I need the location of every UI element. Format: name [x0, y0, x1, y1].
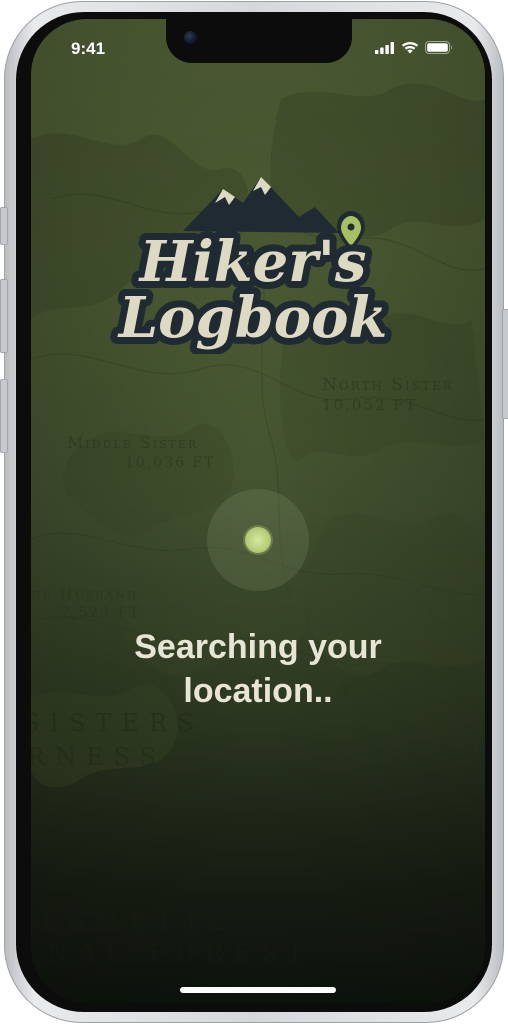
map-label-middle-sister-elev: 10,036 FT — [125, 455, 216, 471]
map-label-husband-elev: 7,529 FT — [61, 605, 141, 621]
map-label-willamette: LAMETTE — [41, 907, 237, 935]
map-label-north-sister-elev: 10,052 FT — [322, 396, 418, 414]
map-label-brok-elev: 9,1 — [455, 741, 484, 757]
map-label-sisters: SISTERS — [31, 709, 204, 737]
notch — [166, 19, 352, 63]
mountain-icon — [183, 177, 339, 233]
logo-line-2-fill: Logbook — [117, 285, 388, 351]
silent-switch — [0, 207, 8, 245]
front-camera-icon — [184, 31, 197, 44]
cellular-signal-icon — [375, 41, 394, 54]
map-label-national-forest: NAL FOREST — [47, 939, 314, 967]
map-label-middle-sister: Middle Sister — [67, 433, 199, 452]
map-label-brok: Bro — [431, 721, 469, 741]
volume-down-button — [0, 379, 8, 453]
wifi-icon — [401, 42, 419, 54]
map-label-wilderness: RNESS — [31, 743, 167, 771]
app-logo: Hiker's Hiker's Logbook Logbook — [110, 177, 394, 354]
phone-frame: North Sister 10,052 FT Middle Sister 10,… — [0, 1, 508, 1023]
home-indicator[interactable] — [180, 987, 336, 993]
map-label-north-sister: North Sister — [322, 375, 454, 395]
battery-icon — [425, 41, 452, 54]
searching-location-text: Searching your location.. — [134, 628, 382, 710]
volume-up-button — [0, 279, 8, 353]
map-label-husband: The Husband — [31, 585, 138, 603]
status-time: 9:41 — [71, 39, 106, 58]
power-button — [502, 309, 508, 419]
app-screen: North Sister 10,052 FT Middle Sister 10,… — [31, 19, 485, 1003]
status-icons — [375, 41, 453, 54]
location-dot-icon — [245, 527, 271, 553]
